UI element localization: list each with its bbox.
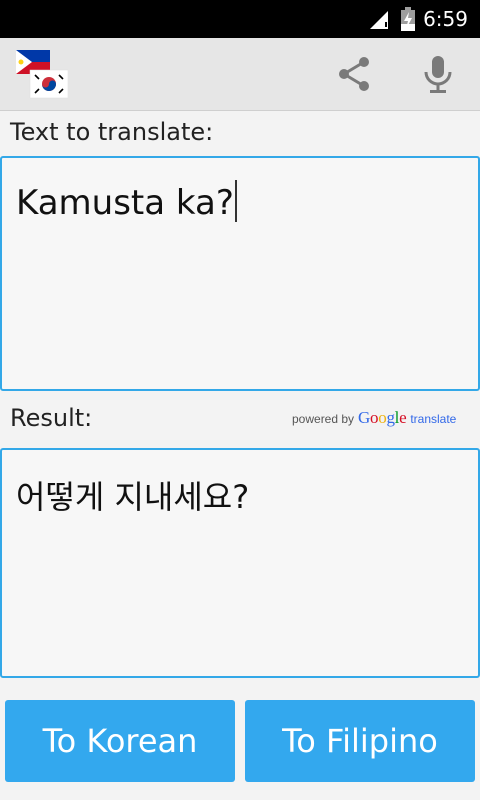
translate-text: translate [410,412,457,426]
signal-icon [370,11,388,29]
battery-charging-icon [401,7,415,31]
status-bar: 6:59 [0,0,480,38]
action-bar [0,38,480,111]
powered-by-text: powered by [292,412,355,426]
input-text[interactable]: Kamusta ka? [16,183,234,223]
result-label: Result: [10,404,93,432]
input-label: Text to translate: [10,118,214,146]
to-filipino-button[interactable]: To Filipino [245,700,475,782]
to-korean-button[interactable]: To Korean [5,700,235,782]
google-translate-attribution[interactable]: powered by Google translate [292,408,456,428]
text-to-translate-input[interactable]: Kamusta ka? [0,156,480,391]
status-time: 6:59 [423,7,468,31]
result-output[interactable]: 어떻게 지내세요? [0,448,480,678]
microphone-icon[interactable] [420,54,456,94]
philippines-korea-flags-icon[interactable] [16,48,68,100]
text-caret [234,180,237,222]
share-icon[interactable] [334,54,374,94]
result-text: 어떻게 지내세요? [16,478,250,516]
google-logo: Google [358,408,407,427]
